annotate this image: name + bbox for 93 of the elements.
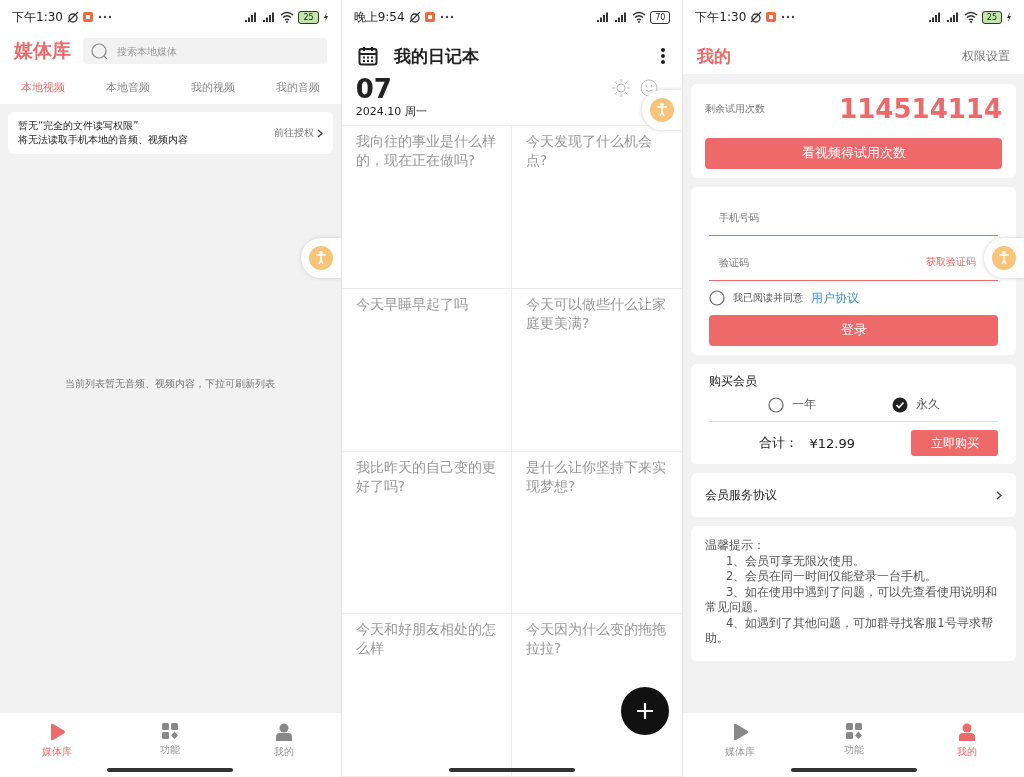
battery-level: 70 <box>650 10 671 24</box>
alarm-off-icon <box>750 11 763 23</box>
status-time: 晚上9:54 <box>353 8 405 26</box>
tip-text: 3、如在使用中遇到了问题，可以先查看使用说明和常见问题。 <box>705 584 999 616</box>
accessibility-icon <box>992 246 1016 270</box>
accessibility-icon <box>650 98 675 122</box>
trial-count: 114514114 <box>839 94 1002 124</box>
tip-text: 2、会员在同一时间仅能登录一台手机。 <box>725 569 939 585</box>
prompt-cell[interactable]: 是什么让你坚持下来实现梦想? <box>512 451 683 615</box>
prompt-cell[interactable]: 今天早睡早起了吗 <box>341 288 512 452</box>
tip-text: 4、如遇到了其他问题，可加群寻找客服1号寻求帮助。 <box>705 615 994 647</box>
search-icon <box>91 43 107 59</box>
status-time: 下午1:30 <box>12 8 63 26</box>
radio-icon[interactable] <box>709 290 726 306</box>
status-time: 下午1:30 <box>695 8 747 26</box>
tab[interactable]: 我的视频 <box>170 70 256 104</box>
nav-tab[interactable]: 媒体库 <box>683 713 797 777</box>
notification-icon <box>82 12 93 22</box>
search-field[interactable]: 搜索本地媒体 <box>83 38 327 64</box>
wifi-icon <box>280 11 295 23</box>
play-icon <box>731 723 750 741</box>
charging-icon <box>1006 12 1012 22</box>
tab[interactable]: 本地视频 <box>0 70 86 104</box>
more-icon <box>96 14 113 20</box>
plan-option[interactable]: 一年 <box>767 396 816 413</box>
page-title: 我的 <box>697 44 733 68</box>
date-text: 2024.10 周一 <box>355 104 427 119</box>
notice-text: 暂无“完全的文件读写权限” <box>18 119 140 133</box>
signal-icon <box>596 11 611 23</box>
chevron-right-icon <box>316 128 323 138</box>
signal-icon <box>927 11 942 23</box>
signal-icon <box>614 11 629 23</box>
sun-icon[interactable] <box>612 79 631 97</box>
buy-button[interactable]: 立即购买 <box>911 430 998 456</box>
wifi-icon <box>632 11 647 23</box>
charging-icon <box>322 12 329 22</box>
signal-icon <box>244 11 259 23</box>
prompt-cell[interactable]: 今天可以做些什么让家庭更美满? <box>512 288 683 452</box>
total-label: 合计： <box>758 434 798 452</box>
plan-option[interactable]: 永久 <box>891 396 940 413</box>
wifi-icon <box>963 11 978 23</box>
grid-icon <box>162 723 179 739</box>
person-icon <box>959 723 976 741</box>
notice-text: 将无法读取手机本地的音频、视频内容 <box>18 133 189 147</box>
empty-message: 当前列表暂无音频、视频内容，下拉可刷新列表 <box>65 378 276 391</box>
prompt-cell[interactable]: 我比昨天的自己变的更好了吗? <box>341 451 512 615</box>
plus-icon <box>635 702 654 720</box>
accessibility-icon <box>308 246 333 270</box>
watch-video-button[interactable]: 看视频得试用次数 <box>705 138 1002 169</box>
person-icon <box>275 723 292 741</box>
search-input[interactable]: 搜索本地媒体 <box>115 44 319 58</box>
nav-tab[interactable]: 功能 <box>796 713 911 777</box>
nav-tab[interactable]: 媒体库 <box>0 713 114 777</box>
service-agreement-row[interactable]: 会员服务协议 <box>691 473 1016 517</box>
prompt-cell[interactable]: 我向往的事业是什么样的，现在正在做吗? <box>341 126 512 289</box>
tips-title: 温馨提示： <box>705 538 767 554</box>
total-price: ¥12.99 <box>809 435 855 451</box>
signal-icon <box>262 11 277 23</box>
app-title: 媒体库 <box>14 38 71 63</box>
more-icon[interactable] <box>660 47 667 65</box>
agreement-link[interactable]: 用户协议 <box>811 289 860 307</box>
floating-button[interactable] <box>642 90 683 130</box>
calendar-icon[interactable] <box>357 46 378 66</box>
nav-tab[interactable]: 我的 <box>227 713 341 777</box>
trial-label: 剩余试用次数 <box>705 102 766 116</box>
floating-button[interactable] <box>300 238 341 278</box>
permission-settings-link[interactable]: 权限设置 <box>962 47 1010 65</box>
nav-tab[interactable]: 功能 <box>113 713 228 777</box>
notification-icon <box>424 12 435 22</box>
day-number: 07 <box>355 74 392 104</box>
agreement-text: 我已阅读并同意 <box>733 291 804 305</box>
battery-level: 25 <box>981 10 1002 24</box>
more-icon <box>780 14 797 20</box>
grid-icon <box>845 723 862 739</box>
chevron-right-icon <box>996 490 1002 500</box>
more-icon <box>438 14 455 20</box>
tab[interactable]: 本地音频 <box>85 70 171 104</box>
add-button[interactable] <box>620 687 669 735</box>
battery-level: 25 <box>298 10 319 24</box>
login-button[interactable]: 登录 <box>709 315 998 346</box>
tip-text: 1、会员可享无限次使用。 <box>725 553 867 569</box>
signal-icon <box>945 11 960 23</box>
app-title: 我的日记本 <box>393 44 480 68</box>
get-code-link[interactable]: 获取验证码 <box>926 255 976 269</box>
notification-icon <box>766 12 777 22</box>
nav-tab[interactable]: 我的 <box>910 713 1024 777</box>
authorize-link[interactable]: 前往授权 <box>273 126 323 140</box>
tab[interactable]: 我的音频 <box>255 70 341 104</box>
floating-button[interactable] <box>984 238 1024 278</box>
section-title: 购买会员 <box>709 373 759 390</box>
alarm-off-icon <box>408 11 421 23</box>
alarm-off-icon <box>66 11 79 23</box>
service-agreement-label: 会员服务协议 <box>705 486 778 504</box>
